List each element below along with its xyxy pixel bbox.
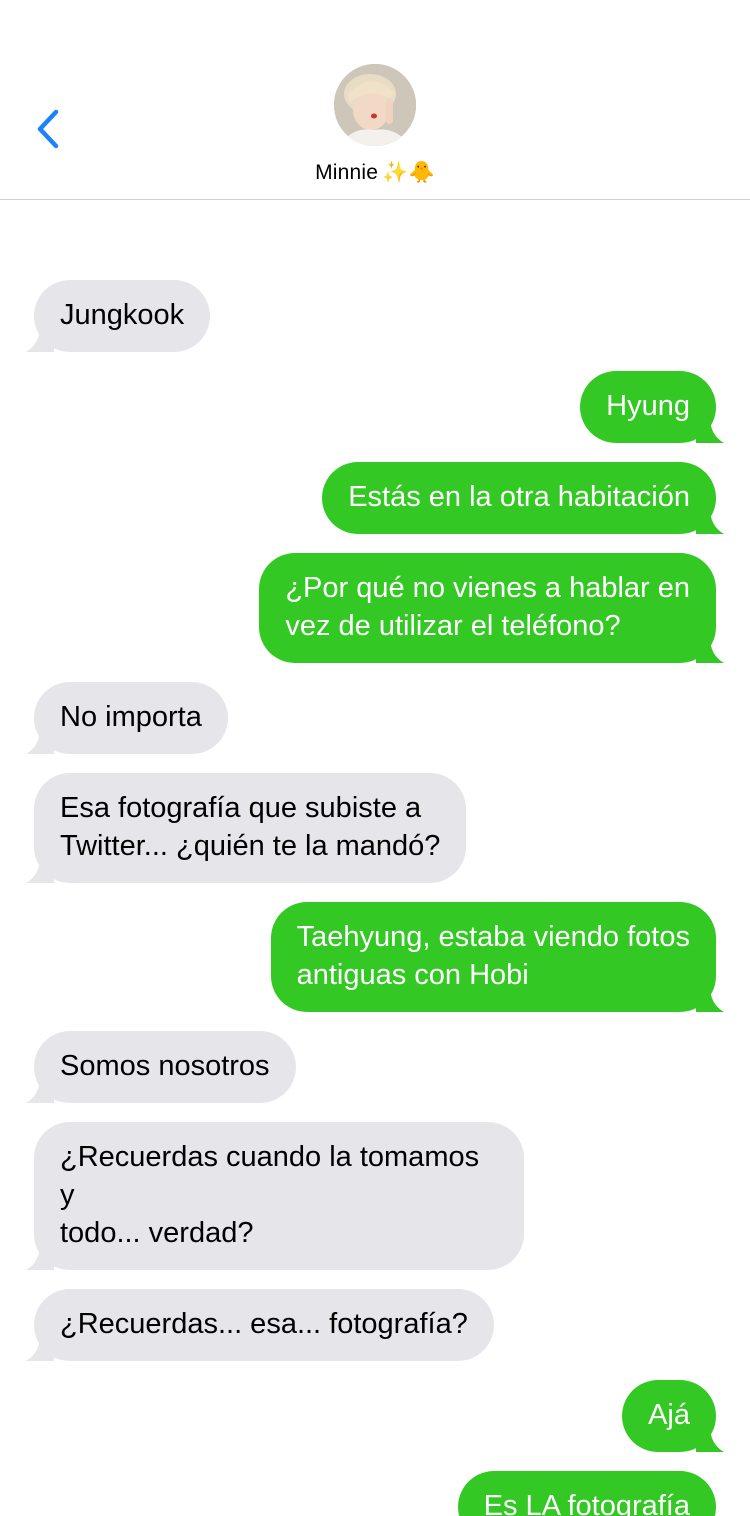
- message-text: ¿Recuerdas... esa... fotografía?: [60, 1308, 468, 1340]
- message-text: Ajá: [648, 1399, 690, 1431]
- message-screen: Minnie ✨🐥 Jungkook Hyung Estás en la otra h…: [0, 0, 750, 1516]
- bubble-tail: [696, 982, 724, 1012]
- message-row: Taehyung, estaba viendo fotos antiguas c…: [0, 902, 750, 1012]
- message-text: No importa: [60, 701, 202, 733]
- message-row: Estás en la otra habitación: [0, 462, 750, 534]
- outgoing-message-bubble[interactable]: ¿Por qué no vienes a hablar en vez de ut…: [259, 553, 724, 663]
- message-row: Es LA fotografía: [0, 1471, 750, 1516]
- bubble-tail: [696, 413, 724, 443]
- incoming-message-bubble[interactable]: Somos nosotros: [26, 1031, 296, 1103]
- message-row: ¿Por qué no vienes a hablar en vez de ut…: [0, 553, 750, 663]
- incoming-message-bubble[interactable]: No importa: [26, 682, 228, 754]
- contact-emoji: ✨🐥: [382, 160, 435, 184]
- message-row: Jungkook: [0, 280, 750, 352]
- bubble-tail: [26, 1073, 54, 1103]
- incoming-message-bubble[interactable]: ¿Recuerdas... esa... fotografía?: [26, 1289, 494, 1361]
- incoming-message-bubble[interactable]: ¿Recuerdas cuando la tomamos y todo... v…: [26, 1122, 524, 1270]
- conversation-header: Minnie ✨🐥: [0, 0, 750, 200]
- message-text: Estás en la otra habitación: [348, 481, 690, 513]
- message-row: ¿Recuerdas cuando la tomamos y todo... v…: [0, 1122, 750, 1270]
- bubble-tail: [26, 724, 54, 754]
- bubble-tail: [696, 1422, 724, 1452]
- message-text: Hyung: [606, 390, 690, 422]
- outgoing-message-bubble[interactable]: Es LA fotografía: [457, 1471, 716, 1516]
- outgoing-message-bubble[interactable]: Ajá: [622, 1380, 724, 1452]
- outgoing-message-bubble[interactable]: Estás en la otra habitación: [322, 462, 724, 534]
- avatar-photo: [334, 64, 416, 146]
- contact-name[interactable]: Minnie ✨🐥: [0, 160, 750, 185]
- message-row: Esa fotografía que subiste a Twitter... …: [0, 773, 750, 883]
- outgoing-message-bubble[interactable]: Taehyung, estaba viendo fotos antiguas c…: [270, 902, 724, 1012]
- message-row: Somos nosotros: [0, 1031, 750, 1103]
- bubble-tail: [696, 504, 724, 534]
- chevron-left-icon: [37, 109, 59, 149]
- message-text: Esa fotografía que subiste a Twitter... …: [60, 792, 441, 862]
- message-thread: Jungkook Hyung Estás en la otra habitación…: [0, 280, 750, 1516]
- bubble-tail: [696, 633, 724, 663]
- contact-avatar[interactable]: [334, 64, 416, 146]
- back-button[interactable]: [28, 104, 68, 154]
- message-text: Taehyung, estaba viendo fotos antiguas c…: [296, 921, 690, 991]
- bubble-tail: [26, 322, 54, 352]
- message-row: Hyung: [0, 371, 750, 443]
- outgoing-message-bubble[interactable]: Hyung: [580, 371, 724, 443]
- bubble-tail: [26, 1331, 54, 1361]
- message-text: ¿Recuerdas cuando la tomamos y todo... v…: [60, 1141, 480, 1249]
- incoming-message-bubble[interactable]: Jungkook: [26, 280, 211, 352]
- message-text: ¿Por qué no vienes a hablar en vez de ut…: [285, 572, 690, 642]
- message-row: No importa: [0, 682, 750, 754]
- message-text: Somos nosotros: [60, 1050, 270, 1082]
- message-text: Jungkook: [60, 299, 185, 331]
- contact-name-text: Minnie: [315, 161, 379, 184]
- bubble-tail: [26, 1240, 54, 1270]
- message-text: Es LA fotografía: [483, 1490, 690, 1516]
- incoming-message-bubble[interactable]: Esa fotografía que subiste a Twitter... …: [26, 773, 467, 883]
- message-row: ¿Recuerdas... esa... fotografía?: [0, 1289, 750, 1361]
- message-row: Ajá: [0, 1380, 750, 1452]
- bubble-tail: [26, 853, 54, 883]
